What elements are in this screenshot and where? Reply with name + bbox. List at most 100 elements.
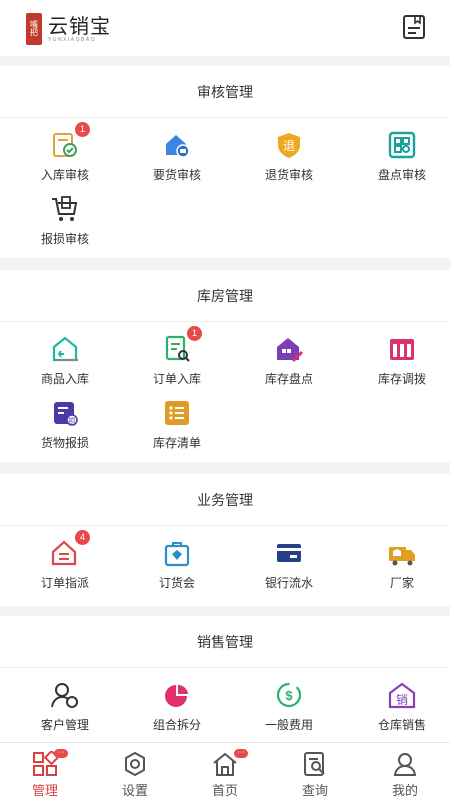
- search-doc-icon: [302, 751, 328, 777]
- count-badge: 1: [187, 326, 202, 341]
- menu-item-label: 退货审核: [264, 168, 313, 182]
- general-expense-icon: $: [274, 680, 304, 710]
- tab-home[interactable]: ··· 首页: [180, 743, 270, 800]
- menu-item[interactable]: 报损审核: [9, 194, 121, 254]
- menu-item[interactable]: 银行流水: [233, 538, 345, 598]
- warehouse-sales-icon: 销: [387, 680, 417, 710]
- menu-item[interactable]: 销仓库销售: [346, 680, 450, 740]
- menu-item-label: 货物报损: [40, 436, 89, 450]
- tab-label: 首页: [211, 783, 238, 798]
- section-title: 业务管理: [0, 474, 450, 526]
- menu-item-label: 库存调拨: [377, 372, 426, 386]
- menu-item-label: 库存盘点: [264, 372, 313, 386]
- svg-text:损: 损: [69, 416, 76, 425]
- menu-item[interactable]: 1 入库审核: [9, 122, 121, 190]
- menu-item-label: 盘点审核: [377, 168, 426, 182]
- menu-item-label: 厂家: [389, 576, 414, 590]
- menu-item[interactable]: 要货审核: [121, 130, 233, 190]
- order-fair-icon: [162, 538, 192, 568]
- tab-label: 我的: [391, 783, 418, 798]
- svg-text:退: 退: [283, 139, 295, 153]
- request-goods-icon: [162, 130, 192, 160]
- combine-split-icon: [162, 680, 192, 710]
- menu-item-label: 仓库销售: [377, 718, 426, 732]
- section-grid: 4 订单指派 订货会 银行流水 厂家: [0, 526, 450, 606]
- menu-item[interactable]: 客户管理: [9, 680, 121, 740]
- notification-dot: ···: [54, 749, 68, 758]
- tab-user[interactable]: 我的: [360, 743, 450, 800]
- tab-label: 查询: [301, 783, 328, 798]
- logo-seal: 嘴把: [26, 13, 42, 45]
- app-logo: 嘴把 云销宝 YUNXIAOBAO: [26, 12, 111, 46]
- svg-text:$: $: [285, 688, 293, 703]
- stock-list-icon: [162, 398, 192, 428]
- section-grid: 商品入库 1 订单入库 库存盘点 库存调拨损货物报损 库存清单: [0, 322, 450, 462]
- order-assign-icon: 4: [50, 530, 90, 568]
- menu-item-label: 要货审核: [152, 168, 201, 182]
- menu-item[interactable]: 库存盘点: [233, 334, 345, 394]
- section-title: 销售管理: [0, 616, 450, 668]
- inbound-audit-icon: 1: [50, 122, 90, 160]
- menu-item[interactable]: 厂家: [346, 538, 450, 598]
- menu-item-label: 银行流水: [264, 576, 313, 590]
- menu-item-label: 报损审核: [40, 232, 89, 246]
- menu-item-label: 订单入库: [152, 372, 201, 386]
- tab-label: 管理: [31, 783, 58, 798]
- grid-icon: ···: [32, 749, 68, 777]
- goods-damage-icon: 损: [50, 398, 80, 428]
- menu-item[interactable]: $ 一般费用: [233, 680, 345, 740]
- section-gap: [0, 462, 450, 474]
- menu-item[interactable]: 损货物报损: [9, 398, 121, 458]
- menu-item[interactable]: 1 订单入库: [121, 326, 233, 394]
- count-badge: 4: [75, 530, 90, 545]
- logo-subtitle: YUNXIAOBAO: [48, 36, 97, 43]
- section-title: 库房管理: [0, 270, 450, 322]
- damage-audit-icon: [50, 194, 80, 224]
- menu-item-label: 组合拆分: [152, 718, 201, 732]
- menu-item-label: 一般费用: [264, 718, 313, 732]
- tab-label: 设置: [121, 783, 148, 798]
- menu-item-label: 客户管理: [40, 718, 89, 732]
- menu-item[interactable]: 组合拆分: [121, 680, 233, 740]
- stock-check-icon: [274, 334, 304, 364]
- tab-gear[interactable]: 设置: [90, 743, 180, 800]
- tab-search-doc[interactable]: 查询: [270, 743, 360, 800]
- menu-item[interactable]: 库存调拨: [346, 334, 450, 394]
- section-title: 审核管理: [0, 66, 450, 118]
- menu-item[interactable]: 盘点审核: [346, 130, 450, 190]
- svg-text:销: 销: [396, 693, 408, 707]
- count-badge: 1: [75, 122, 90, 137]
- menu-item[interactable]: 订货会: [121, 538, 233, 598]
- menu-item-label: 商品入库: [40, 372, 89, 386]
- user-icon: [392, 751, 418, 777]
- notification-dot: ···: [234, 749, 248, 758]
- menu-item[interactable]: 4 订单指派: [9, 530, 121, 598]
- goods-inbound-icon: [50, 334, 80, 364]
- menu-item[interactable]: 商品入库: [9, 334, 121, 394]
- gear-icon: [122, 751, 148, 777]
- menu-item-label: 入库审核: [40, 168, 89, 182]
- bank-statement-icon: [274, 538, 304, 568]
- logo-title: 云销宝: [48, 13, 111, 38]
- tab-grid[interactable]: ··· 管理: [0, 743, 90, 800]
- menu-item[interactable]: 退退货审核: [233, 130, 345, 190]
- bottom-tab-bar: ··· 管理 设置 ··· 首页 查询 我的: [0, 742, 450, 800]
- top-bar: 嘴把 云销宝 YUNXIAOBAO: [0, 0, 450, 56]
- return-audit-icon: 退: [274, 130, 304, 160]
- manufacturer-icon: [387, 538, 417, 568]
- section-gap: [0, 606, 450, 616]
- customer-icon: [50, 680, 80, 710]
- menu-item-label: 订货会: [158, 576, 195, 590]
- menu-item[interactable]: 库存清单: [121, 398, 233, 458]
- document-icon[interactable]: [402, 14, 426, 40]
- menu-item-label: 订单指派: [40, 576, 89, 590]
- inventory-audit-icon: [387, 130, 417, 160]
- section-gap: [0, 56, 450, 66]
- menu-item-label: 库存清单: [152, 436, 201, 450]
- section-grid: 客户管理 组合拆分 $ 一般费用 销仓库销售: [0, 668, 450, 742]
- home-icon: ···: [212, 749, 248, 777]
- order-inbound-icon: 1: [162, 326, 202, 364]
- section-grid: 1 入库审核 要货审核退退货审核 盘点审核 报损审核: [0, 118, 450, 258]
- stock-transfer-icon: [387, 334, 417, 364]
- section-gap: [0, 258, 450, 270]
